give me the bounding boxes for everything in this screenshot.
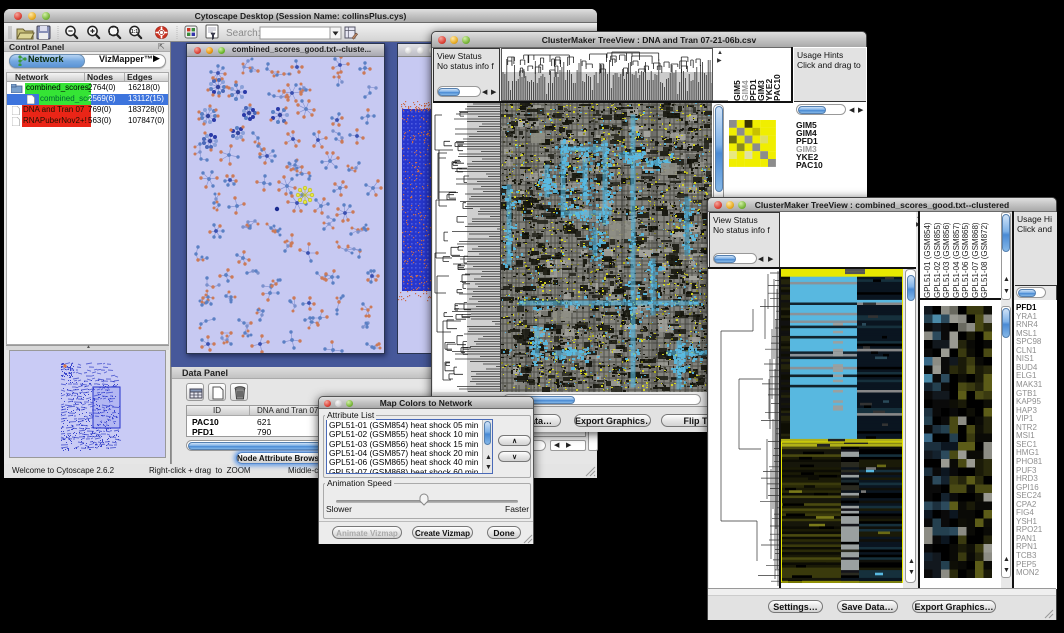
svg-text:1:1: 1:1 (131, 29, 138, 35)
svg-text:Search:: Search: (226, 28, 260, 39)
